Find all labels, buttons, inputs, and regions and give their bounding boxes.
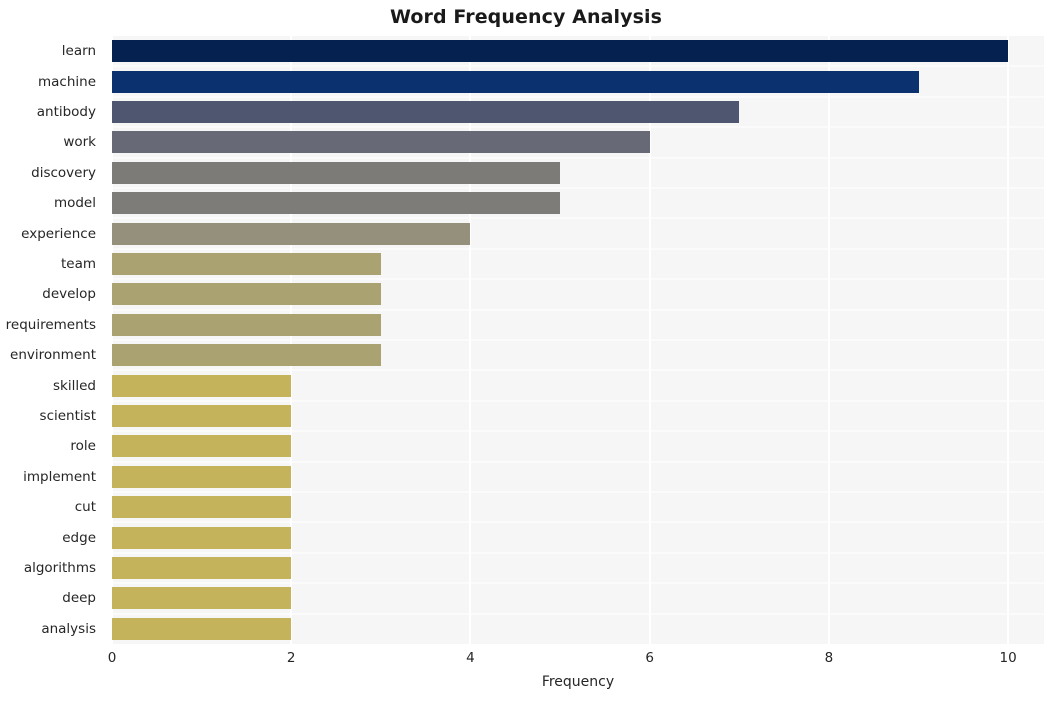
x-axis-tick-label: 6 [645, 650, 654, 666]
gridline-vertical [290, 36, 293, 644]
gridline-horizontal [112, 430, 1044, 433]
y-axis-tick-label: work [63, 134, 96, 151]
y-axis-tick-label: team [60, 256, 96, 272]
y-axis-tick-label: skilled [53, 377, 96, 394]
gridline-vertical [112, 36, 113, 644]
bar[interactable] [112, 405, 292, 427]
chart-title: Word Frequency Analysis [389, 6, 663, 28]
y-axis-tick-label: deep [62, 590, 96, 607]
gridline-horizontal [112, 399, 1044, 402]
y-axis-tick-label: role [70, 438, 96, 455]
plot-area [112, 36, 1044, 644]
gridline-horizontal [112, 460, 1044, 463]
bar[interactable] [112, 253, 381, 275]
gridline-horizontal [112, 551, 1044, 554]
bar[interactable] [112, 496, 292, 519]
y-axis-tick-label: machine [37, 73, 96, 90]
y-axis-tick-label: algorithms [23, 560, 96, 576]
gridline-vertical [827, 36, 830, 644]
y-axis-tick-label: implement [23, 468, 96, 485]
gridline-horizontal [112, 217, 1044, 220]
bar[interactable] [112, 313, 381, 336]
y-axis-tick-label: experience [21, 225, 96, 242]
bar[interactable] [112, 557, 292, 579]
bar[interactable] [112, 587, 292, 610]
bar[interactable] [112, 40, 1009, 63]
bar[interactable] [112, 435, 292, 458]
bar[interactable] [112, 617, 292, 640]
gridline-horizontal [112, 278, 1044, 281]
x-axis-title: Frequency [541, 674, 615, 690]
gridline-horizontal [112, 612, 1044, 615]
bar[interactable] [112, 222, 471, 245]
y-axis-tick-label: discovery [31, 164, 96, 181]
gridline-vertical [469, 36, 472, 644]
y-axis-label-group: learn machine antibody work discovery model ex… [0, 0, 104, 701]
y-axis-tick-label: edge [62, 529, 96, 546]
y-axis-tick-label: analysis [41, 620, 96, 637]
y-axis-tick-label: antibody [36, 104, 96, 120]
bar[interactable] [112, 344, 381, 367]
y-axis-tick-label: scientist [39, 408, 96, 424]
gridline-horizontal [112, 369, 1044, 372]
y-axis-tick-label: model [53, 195, 96, 212]
y-axis-tick-label: requirements [5, 316, 96, 333]
chart-figure: Word Frequency Analysis learn machine anti… [0, 0, 1052, 701]
y-axis-tick-label: cut [74, 499, 96, 516]
gridline-horizontal [112, 521, 1044, 524]
bar[interactable] [112, 70, 919, 93]
bar[interactable] [112, 192, 561, 215]
x-axis-tick-label: 0 [107, 650, 117, 666]
gridline-horizontal [112, 156, 1044, 159]
gridline-horizontal [112, 95, 1044, 98]
x-axis-tick-label: 8 [824, 650, 834, 666]
bar[interactable] [112, 283, 381, 306]
bar[interactable] [112, 465, 292, 488]
gridline-horizontal [112, 308, 1044, 311]
x-axis-tick-label: 2 [286, 650, 296, 666]
x-axis-tick-label: 10 [999, 650, 1017, 666]
gridline-horizontal [112, 187, 1044, 189]
gridline-horizontal [112, 247, 1044, 250]
y-axis-tick-label: environment [10, 347, 96, 364]
gridline-vertical [1007, 36, 1010, 644]
gridline-horizontal [112, 491, 1044, 493]
x-axis-tick-label: 4 [466, 650, 475, 666]
bar[interactable] [112, 526, 292, 549]
bar[interactable] [112, 131, 650, 154]
gridline-horizontal [112, 582, 1044, 585]
y-axis-tick-label: develop [42, 286, 96, 303]
bar[interactable] [112, 161, 561, 184]
gridline-vertical [648, 36, 651, 644]
gridline-horizontal [112, 339, 1044, 341]
bar[interactable] [112, 374, 292, 397]
gridline-horizontal [112, 126, 1044, 129]
y-axis-tick-label: learn [61, 43, 96, 60]
gridline-horizontal [112, 65, 1044, 68]
bar[interactable] [112, 101, 740, 123]
